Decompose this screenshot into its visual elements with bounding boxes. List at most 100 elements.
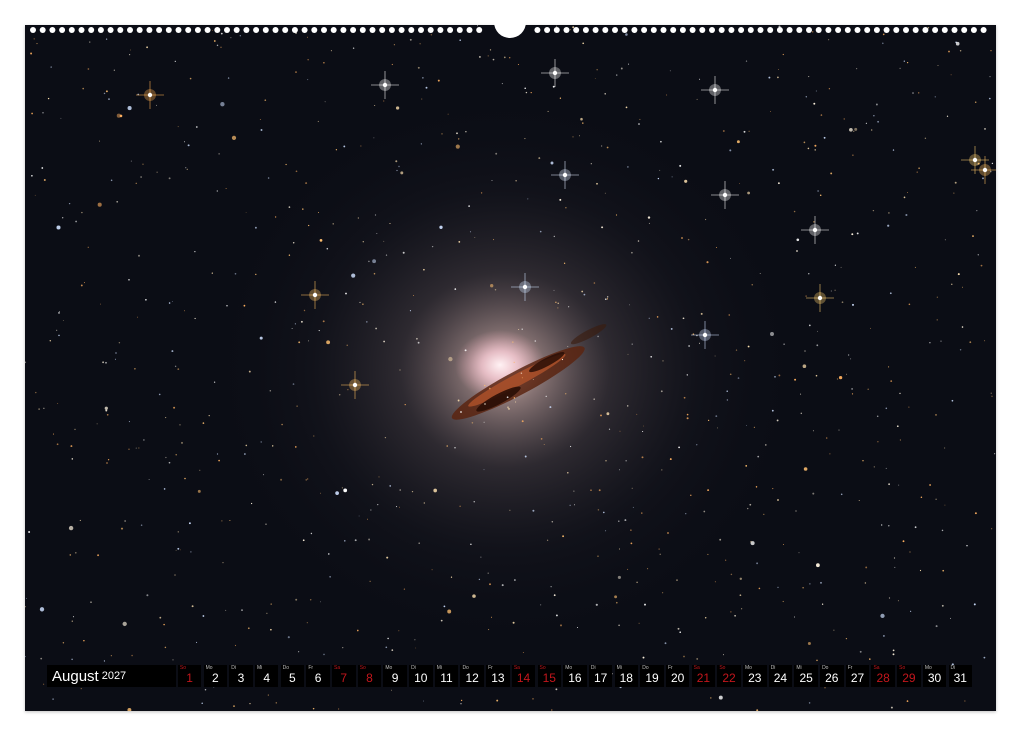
star xyxy=(483,384,486,387)
star xyxy=(38,408,40,410)
star xyxy=(245,212,247,213)
star xyxy=(772,168,775,171)
star xyxy=(768,76,771,79)
star xyxy=(700,312,703,315)
star xyxy=(296,405,298,407)
star xyxy=(270,628,272,631)
star xyxy=(676,579,678,581)
star xyxy=(128,279,130,281)
star xyxy=(597,555,599,557)
binding-hole xyxy=(776,27,783,33)
star xyxy=(74,428,76,431)
star xyxy=(387,637,389,640)
binding-hole xyxy=(854,27,861,33)
star xyxy=(974,101,977,103)
star xyxy=(208,415,210,417)
star xyxy=(322,320,325,323)
star xyxy=(422,77,424,79)
star xyxy=(881,524,883,526)
star xyxy=(374,105,376,106)
star xyxy=(245,444,248,447)
binding-hole xyxy=(932,27,939,33)
star xyxy=(437,79,440,82)
star xyxy=(643,425,645,427)
star xyxy=(96,423,98,425)
star xyxy=(513,361,515,364)
star xyxy=(308,340,310,342)
star xyxy=(409,38,412,41)
star xyxy=(664,642,667,645)
star xyxy=(415,647,417,649)
binding-hole xyxy=(466,27,473,33)
star xyxy=(532,509,535,512)
star xyxy=(195,126,198,128)
star xyxy=(903,60,905,62)
star xyxy=(656,316,659,318)
star xyxy=(540,438,543,440)
star xyxy=(729,149,732,152)
star xyxy=(517,64,519,65)
day-cell: Mi 11 xyxy=(434,665,459,687)
star xyxy=(459,505,461,507)
star xyxy=(683,396,686,399)
star xyxy=(660,390,663,393)
star xyxy=(871,129,873,131)
star xyxy=(581,290,584,293)
star xyxy=(302,208,304,210)
calendar-sheet xyxy=(25,25,996,711)
star xyxy=(593,282,596,284)
star xyxy=(202,422,205,424)
star xyxy=(745,465,748,467)
star xyxy=(616,601,618,604)
star xyxy=(373,137,375,139)
star xyxy=(606,146,609,149)
star xyxy=(71,658,73,661)
star xyxy=(620,67,623,70)
star xyxy=(896,425,899,428)
star xyxy=(134,367,136,370)
star xyxy=(330,50,332,52)
star xyxy=(686,413,689,416)
star xyxy=(562,535,565,538)
binding-hole xyxy=(612,27,618,33)
star xyxy=(393,44,396,46)
star xyxy=(812,492,815,495)
star xyxy=(851,233,854,236)
star xyxy=(829,453,831,455)
star xyxy=(202,615,205,617)
star xyxy=(606,412,610,416)
star xyxy=(899,392,901,395)
star xyxy=(736,140,740,144)
star xyxy=(106,462,108,464)
star xyxy=(618,548,620,550)
star xyxy=(935,414,937,416)
star xyxy=(342,646,344,649)
star xyxy=(352,47,355,49)
star xyxy=(399,489,401,491)
star xyxy=(596,182,598,185)
star xyxy=(726,399,729,401)
star xyxy=(699,78,701,80)
binding-hole xyxy=(262,27,269,33)
star xyxy=(275,702,278,704)
star xyxy=(383,340,385,343)
star xyxy=(294,323,296,325)
star xyxy=(460,703,462,705)
star xyxy=(865,566,868,569)
star xyxy=(918,92,920,94)
star xyxy=(812,430,814,432)
star xyxy=(41,167,44,169)
star xyxy=(559,198,562,201)
binding-hole xyxy=(185,27,192,33)
star xyxy=(81,211,83,214)
star xyxy=(326,340,331,345)
star xyxy=(250,502,253,505)
star xyxy=(951,283,953,285)
star xyxy=(808,76,810,78)
star xyxy=(641,456,644,459)
star xyxy=(230,37,232,39)
star xyxy=(300,320,303,323)
star xyxy=(539,230,542,233)
star xyxy=(892,653,895,656)
star xyxy=(402,251,405,254)
